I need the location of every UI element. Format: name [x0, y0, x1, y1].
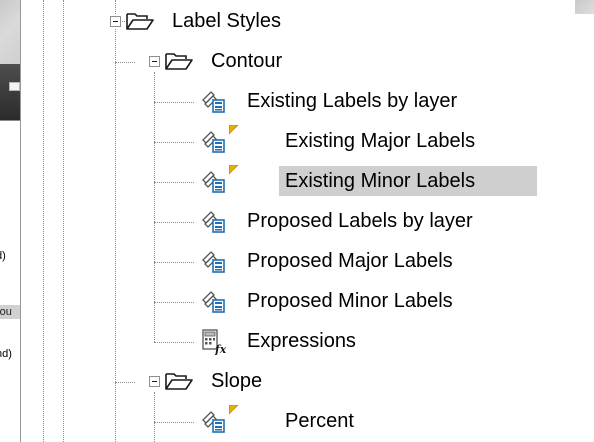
tree-node-slope[interactable]: Slope	[211, 366, 262, 396]
tree-node-label-style[interactable]: Proposed Labels by layer	[247, 206, 473, 236]
tree-guide-line	[154, 262, 194, 263]
label-style-icon	[202, 91, 225, 113]
default-style-marker-icon	[229, 405, 239, 415]
restore-window-icon[interactable]	[9, 82, 20, 91]
left-panel-text: nd)	[0, 348, 12, 360]
tree-node-label-styles[interactable]: Label Styles	[172, 6, 281, 36]
tree-guide-line	[115, 29, 116, 442]
tree-guide-line	[115, 382, 135, 383]
folder-open-icon	[165, 53, 193, 70]
tree-guide-line	[154, 222, 194, 223]
folder-open-icon	[126, 13, 154, 30]
left-panel-divider	[0, 120, 20, 121]
tree-node-label-style-selected[interactable]: Existing Minor Labels	[279, 166, 537, 196]
label-style-icon	[202, 291, 225, 313]
tree-guide-line	[43, 0, 44, 442]
left-panel-header	[0, 0, 20, 64]
tree-guide-line	[154, 142, 194, 143]
tree-node-label-style[interactable]: Proposed Minor Labels	[247, 286, 453, 316]
tree-guide-line	[154, 102, 194, 103]
label-style-icon	[202, 131, 225, 153]
tree-node-label-style[interactable]: Percent	[285, 406, 354, 436]
tree-guide-line	[63, 0, 64, 442]
tree-guide-line	[154, 182, 194, 183]
expressions-icon: fx	[202, 329, 227, 355]
default-style-marker-icon	[229, 125, 239, 135]
default-style-marker-icon	[229, 165, 239, 175]
tree-guide-line	[154, 422, 194, 423]
tree-guide-line	[154, 342, 194, 343]
right-edge	[574, 0, 594, 442]
svg-text:fx: fx	[214, 343, 227, 355]
tree-guide-line	[154, 392, 155, 442]
left-panel-text: )	[0, 333, 4, 347]
left-panel-text-selected[interactable]: rou	[0, 305, 20, 319]
tree-guide-line	[154, 302, 194, 303]
style-tree: Label Styles Contour Existing Labels by …	[21, 0, 594, 442]
left-panel-text: d)	[0, 250, 6, 262]
tree-node-label-style[interactable]: Existing Major Labels	[285, 126, 475, 156]
tree-node-expressions[interactable]: Expressions	[247, 326, 356, 356]
top-right-chrome	[575, 0, 594, 14]
label-style-icon	[202, 411, 225, 433]
tree-node-label-style[interactable]: Existing Labels by layer	[247, 86, 457, 116]
label-style-icon	[202, 251, 225, 273]
left-panel: d) rou ) nd)	[0, 0, 20, 442]
label-style-icon	[202, 211, 225, 233]
tree-guide-line	[115, 0, 116, 14]
tree-node-label-style[interactable]: Proposed Major Labels	[247, 246, 453, 276]
collapse-toggle-icon[interactable]	[149, 376, 160, 387]
collapse-toggle-icon[interactable]	[149, 56, 160, 67]
tree-node-contour[interactable]: Contour	[211, 46, 282, 76]
left-panel-toolbar	[0, 64, 20, 120]
folder-open-icon	[165, 373, 193, 390]
tree-guide-line	[115, 62, 135, 63]
collapse-toggle-icon[interactable]	[110, 16, 121, 27]
label-style-icon	[202, 171, 225, 193]
